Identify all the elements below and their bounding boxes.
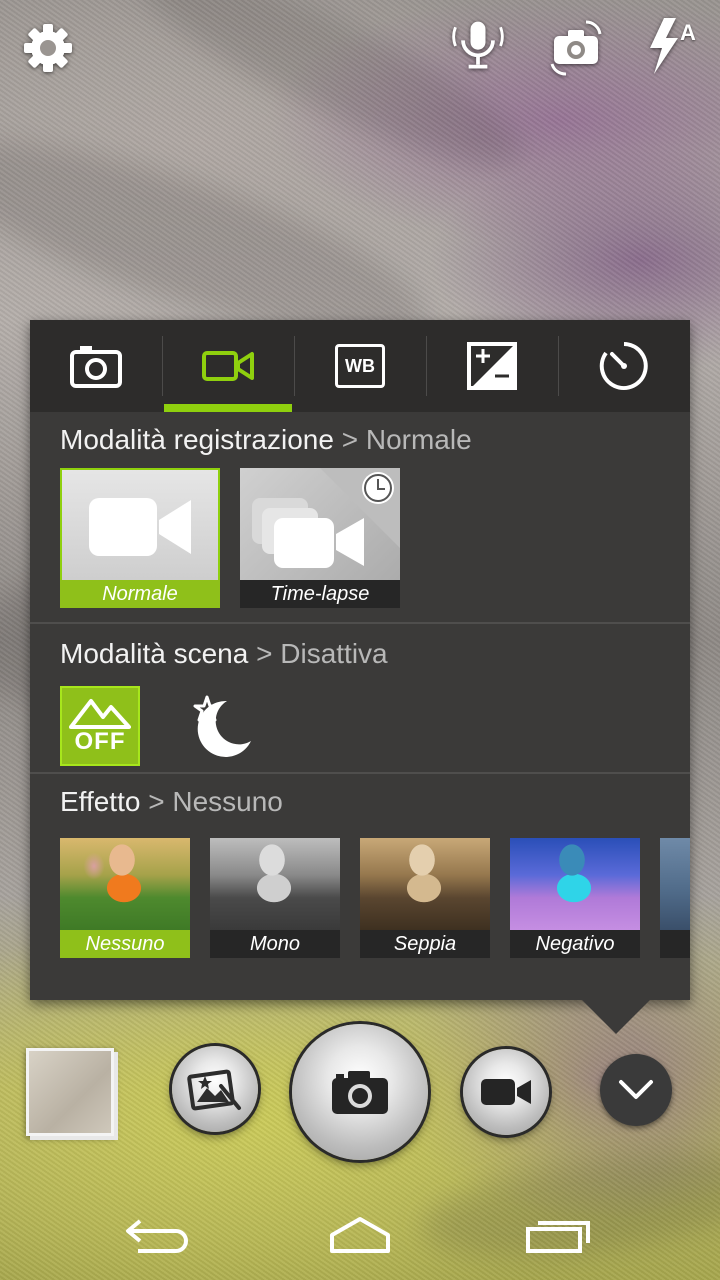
tab-exposure[interactable] — [426, 320, 558, 412]
video-camera-icon — [481, 1079, 531, 1105]
tab-timer[interactable] — [558, 320, 690, 412]
effect-option-mono[interactable]: Mono — [210, 838, 340, 958]
chevron-down-icon — [619, 1080, 653, 1099]
white-balance-icon: WB — [335, 344, 385, 388]
nav-back-button[interactable] — [115, 1205, 205, 1265]
nav-recents-button[interactable] — [515, 1205, 605, 1265]
effect-option-label: Mono — [210, 930, 340, 958]
recording-mode-time-lapse[interactable]: Time-lapse — [240, 468, 400, 608]
recording-mode-value: Normale — [365, 424, 472, 455]
effect-title: Effetto > Nessuno — [60, 786, 283, 818]
recording-mode-normal-label: Normale — [60, 580, 220, 608]
photo-effects-button[interactable] — [172, 1046, 258, 1132]
video-camera-icon — [89, 498, 191, 556]
flash-mode-label: A — [680, 20, 696, 45]
record-video-button[interactable] — [463, 1049, 549, 1135]
effect-preview-image — [360, 838, 490, 930]
night-moon-icon — [193, 695, 251, 757]
back-icon — [126, 1219, 188, 1253]
effect-option-negativo[interactable]: Negativo — [510, 838, 640, 958]
time-lapse-icon — [252, 468, 400, 568]
home-icon — [330, 1217, 390, 1253]
effect-value: Nessuno — [172, 786, 283, 817]
effect-option-label: Nessuno — [60, 930, 190, 958]
collapse-panel-button[interactable] — [600, 1054, 672, 1126]
tab-video[interactable] — [162, 320, 294, 412]
settings-button[interactable] — [18, 18, 78, 78]
scene-off-icon: OFF — [69, 697, 131, 755]
recording-mode-time-lapse-label: Time-lapse — [240, 580, 400, 608]
tab-photo[interactable] — [30, 320, 162, 412]
flash-mode-button[interactable]: A — [642, 16, 702, 76]
effect-option-label — [660, 930, 690, 958]
video-camera-icon — [202, 351, 254, 381]
effect-preview-image — [660, 838, 690, 930]
effect-separator: > — [148, 786, 165, 817]
nav-home-button[interactable] — [315, 1205, 405, 1265]
switch-camera-button[interactable] — [546, 18, 606, 78]
voice-control-button[interactable] — [448, 16, 508, 76]
effect-option-partial[interactable] — [660, 838, 690, 958]
section-divider — [30, 772, 690, 774]
microphone-icon — [452, 21, 504, 69]
gallery-thumbnail[interactable] — [26, 1048, 114, 1136]
effect-label: Effetto — [60, 786, 141, 817]
effect-preview-image — [210, 838, 340, 930]
camera-icon — [332, 1071, 388, 1114]
scene-mode-off[interactable]: OFF — [60, 686, 140, 766]
effect-option-seppia[interactable]: Seppia — [360, 838, 490, 958]
tab-white-balance[interactable]: WB — [294, 320, 426, 412]
recording-mode-normal[interactable]: Normale — [60, 468, 220, 608]
effect-option-label: Seppia — [360, 930, 490, 958]
effect-options-strip[interactable]: Nessuno Mono Seppia Negativo — [60, 838, 690, 958]
gear-icon — [24, 24, 72, 72]
video-settings-panel: WB Modalità registrazione > Normale Norm… — [30, 320, 690, 1034]
scene-mode-title: Modalità scena > Disattiva — [60, 638, 388, 670]
recents-icon — [526, 1221, 590, 1253]
scene-mode-separator: > — [256, 638, 273, 669]
effect-preview-image — [510, 838, 640, 930]
recording-mode-label: Modalità registrazione — [60, 424, 334, 455]
white-balance-label: WB — [345, 355, 375, 376]
settings-tab-bar: WB — [30, 320, 690, 412]
timer-icon — [599, 342, 648, 390]
recording-mode-title: Modalità registrazione > Normale — [60, 424, 472, 456]
scene-mode-label: Modalità scena — [60, 638, 249, 669]
shutter-button[interactable] — [292, 1024, 428, 1160]
scene-mode-value: Disattiva — [280, 638, 388, 669]
scene-off-label: OFF — [74, 728, 126, 755]
switch-camera-icon — [550, 20, 602, 76]
exposure-icon — [467, 342, 517, 390]
effect-preview-image — [60, 838, 190, 930]
section-divider — [30, 622, 690, 624]
photo-effects-icon — [187, 1069, 241, 1111]
recording-mode-separator: > — [341, 424, 359, 455]
effect-option-label: Negativo — [510, 930, 640, 958]
camera-icon — [70, 346, 122, 388]
scene-mode-night[interactable] — [180, 686, 260, 766]
effect-option-nessuno[interactable]: Nessuno — [60, 838, 190, 958]
